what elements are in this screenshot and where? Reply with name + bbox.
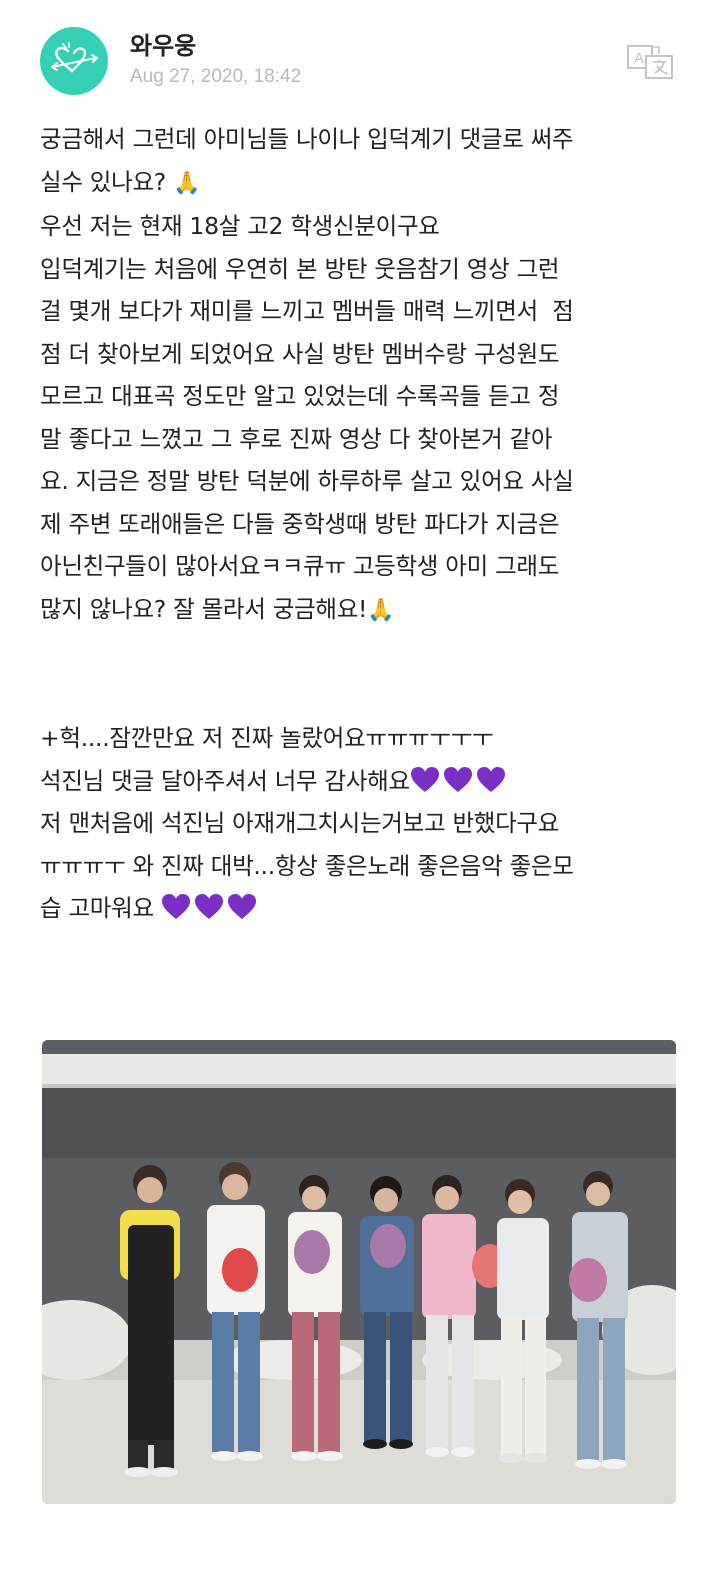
body-line: 점 더 찾아보게 되었어요 사실 방탄 멤버수랑 구성원도 [40, 339, 560, 368]
author-name[interactable]: 와우웅 [130, 26, 196, 61]
author-avatar[interactable] [40, 27, 108, 95]
group-photo-image [42, 1040, 676, 1504]
body-line: 우선 저는 현재 18살 고2 학생신분이구요 [40, 212, 440, 240]
body-line: 저 맨처음에 석진님 아재개그치시는거보고 반했다구요 [40, 809, 560, 837]
body-line: 걸 몇개 보다가 재미를 느끼고 멤버들 매력 느끼면서 점 [40, 297, 574, 325]
translate-button[interactable]: A [626, 44, 676, 80]
body-line: 말 좋다고 느꼈고 그 후로 진짜 영상 다 찾아본거 같아 [40, 424, 553, 453]
body-line: 제 주변 또래애들은 다들 중학생때 방탄 파다가 지금은 [40, 509, 560, 538]
purple-heart-icon [443, 766, 476, 795]
heart-arrow-logo-icon [51, 42, 99, 73]
purple-heart-icon [161, 894, 194, 922]
pray-emoji-icon: 🙏 [173, 170, 201, 196]
translate-icon: A [627, 45, 673, 79]
body-line: 많지 않나요? 잘 몰라서 궁금해요!🙏 [40, 594, 395, 623]
group-photo[interactable] [42, 1040, 676, 1504]
purple-heart-icon [476, 766, 509, 795]
body-line: 석진님 댓글 달아주셔서 너무 감사해요 [40, 760, 690, 803]
body-line: 궁금해서 그런데 아미님들 나이나 입덕계기 댓글로 써주 [40, 125, 574, 153]
pray-emoji-icon: 🙏 [367, 597, 395, 623]
body-line: 모르고 대표곡 정도만 알고 있었는데 수록곡들 듣고 정 [40, 382, 560, 410]
body-line: ㅠㅠㅠㅜ 와 진짜 대박...항상 좋은노래 좋은음악 좋은모 [40, 851, 574, 880]
purple-heart-icon [410, 766, 443, 795]
body-line: 입덕계기는 처음에 우연히 본 방탄 웃음참기 영상 그런 [40, 254, 560, 283]
post-body: 궁금해서 그런데 아미님들 나이나 입덕계기 댓글로 써주 실수 있나요? 🙏 … [40, 118, 690, 930]
body-line: 실수 있나요? 🙏 [40, 167, 201, 196]
body-line: 요. 지금은 정말 방탄 덕분에 하루하루 살고 있어요 사실 [40, 467, 574, 495]
purple-heart-icon [194, 894, 227, 922]
svg-text:A: A [634, 50, 644, 67]
purple-heart-icon [227, 894, 260, 922]
body-line: +헉....잠깐만요 저 진짜 놀랐어요ㅠㅠㅠㅜㅜㅜ [40, 724, 494, 752]
post-date: Aug 27, 2020, 18:42 [130, 66, 302, 87]
body-line: 아닌친구들이 많아서요ㅋㅋ큐ㅠ 고등학생 아미 그래도 [40, 552, 560, 580]
body-line: 습 고마워요 [40, 887, 690, 930]
